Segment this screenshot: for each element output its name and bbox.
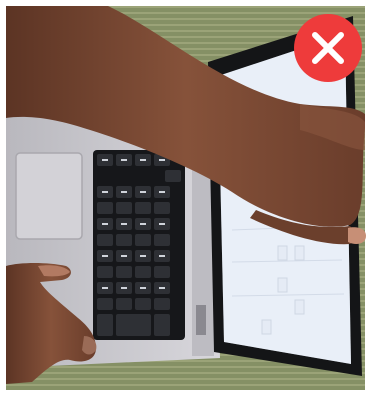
close-x-icon[interactable] bbox=[294, 14, 362, 82]
touchpad bbox=[15, 152, 83, 240]
laptop-photo bbox=[0, 0, 371, 396]
photo-frame bbox=[0, 0, 371, 396]
